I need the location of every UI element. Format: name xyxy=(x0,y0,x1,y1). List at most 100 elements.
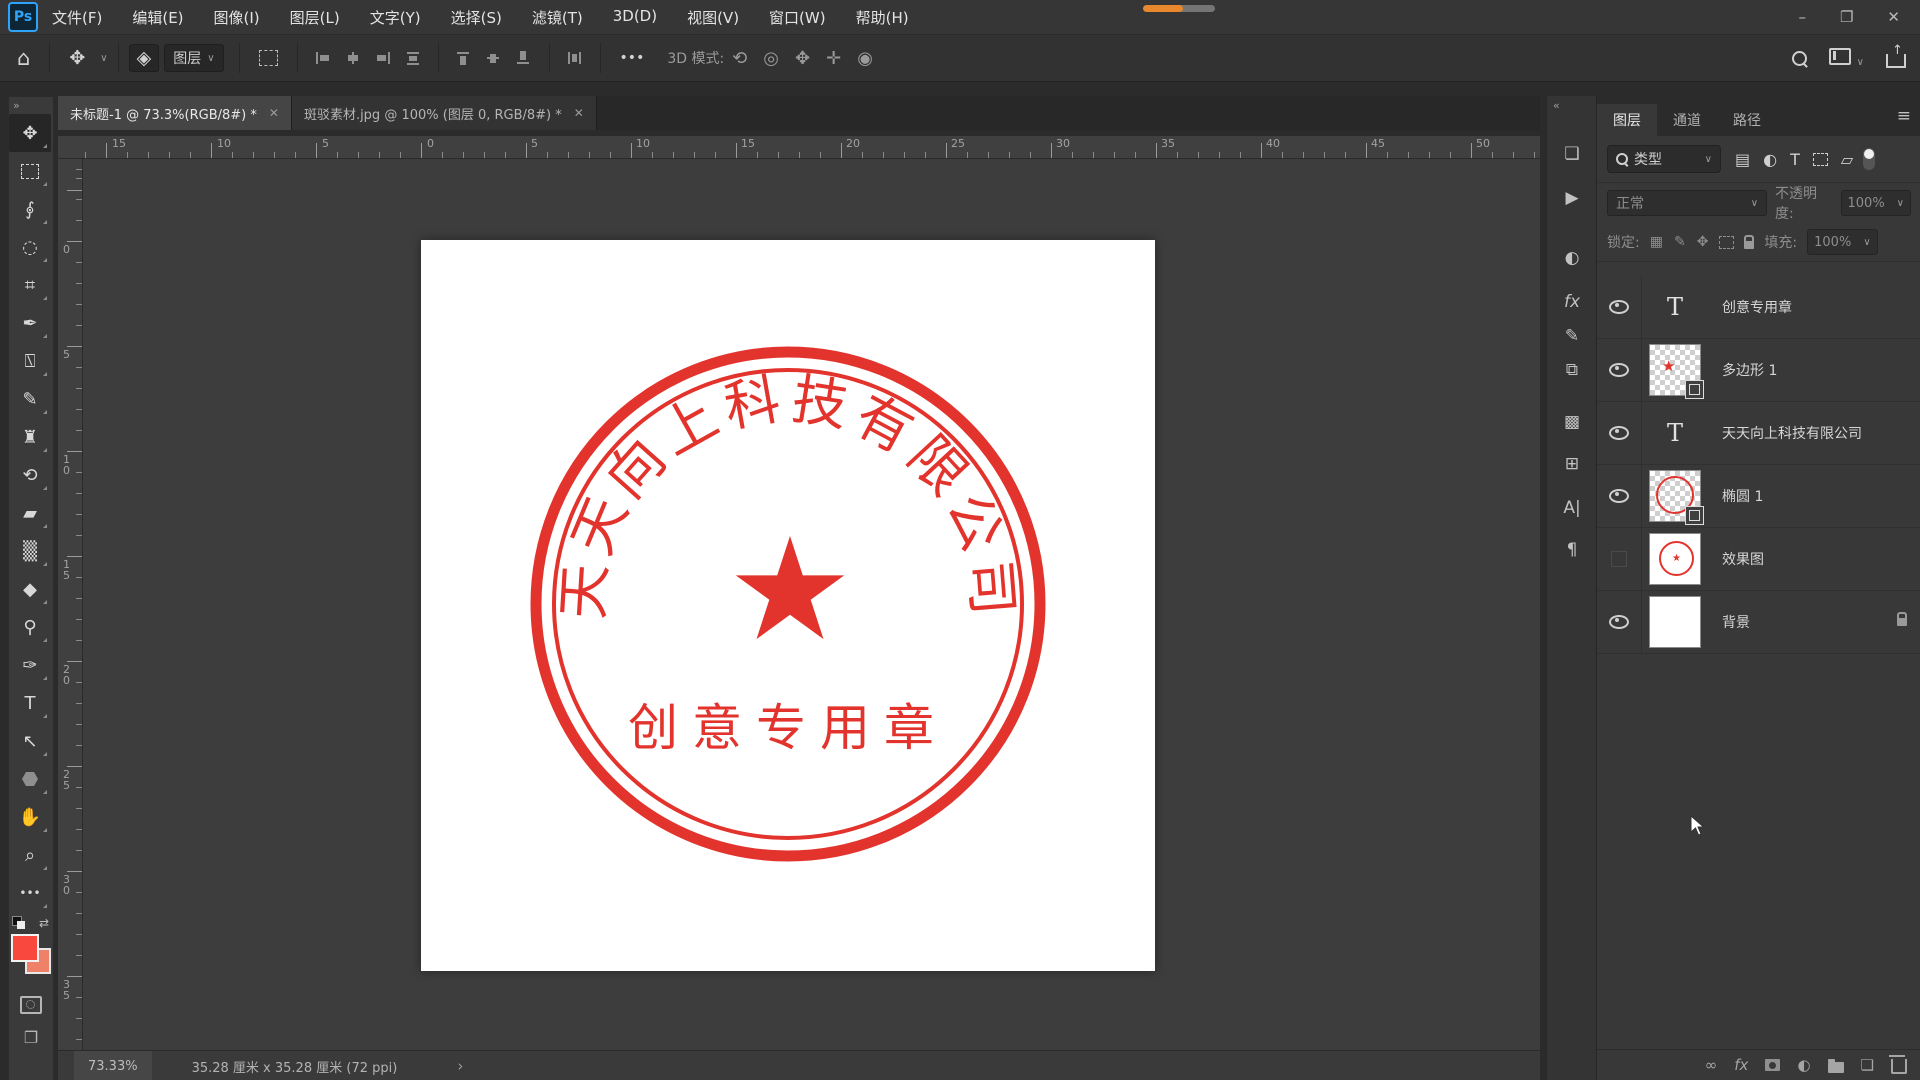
brush-tool[interactable]: ✎ xyxy=(9,380,51,418)
filter-pixel-layers-icon[interactable]: ▤ xyxy=(1735,150,1750,169)
distribute-vertical-icon[interactable] xyxy=(567,51,583,65)
layer-style-icon[interactable]: fx xyxy=(1734,1056,1748,1074)
lock-icon-1[interactable]: ✎ xyxy=(1674,234,1686,250)
tab-close-icon[interactable]: ✕ xyxy=(574,106,584,120)
auto-select-dropdown[interactable]: 图层∨ xyxy=(164,44,223,72)
filter-type-layers-icon[interactable]: T xyxy=(1790,150,1800,169)
menu-item[interactable]: 选择(S) xyxy=(451,7,502,28)
3d-mode-icon-3[interactable]: ✛ xyxy=(826,48,841,69)
layer-row[interactable]: ★效果图 xyxy=(1597,528,1920,591)
visibility-cell[interactable] xyxy=(1597,339,1642,401)
toolbar-collapse-icon[interactable]: » xyxy=(9,97,53,114)
patterns-panel-icon[interactable]: ▩ xyxy=(1547,412,1597,432)
hand-tool[interactable]: ✋ xyxy=(9,798,51,836)
styles-fx-panel-icon[interactable]: fx xyxy=(1547,292,1597,312)
clone-source-panel-icon[interactable]: ⧉ xyxy=(1547,360,1597,380)
menu-item[interactable]: 图像(I) xyxy=(214,7,260,28)
horizontal-ruler[interactable]: 1510505101520253035404550 xyxy=(82,136,1540,159)
menu-item[interactable]: 窗口(W) xyxy=(769,7,826,28)
panel-collapse-icon[interactable]: « xyxy=(1547,96,1597,115)
filter-shape-layers-icon[interactable] xyxy=(1813,153,1828,166)
3d-mode-icon-1[interactable]: ◎ xyxy=(763,48,779,69)
layer-row[interactable]: ★多边形 1 xyxy=(1597,339,1920,402)
layer-row[interactable]: T天天向上科技有限公司 xyxy=(1597,402,1920,465)
libraries-panel-icon[interactable]: ❏ xyxy=(1547,144,1597,164)
panel-tab-图层[interactable]: 图层 xyxy=(1597,104,1657,136)
layer-row[interactable]: T创意专用章 xyxy=(1597,276,1920,339)
gradient-tool[interactable]: ▒ xyxy=(9,532,51,570)
panel-tab-通道[interactable]: 通道 xyxy=(1657,104,1717,136)
menu-item[interactable]: 视图(V) xyxy=(687,7,739,28)
zoom-tool[interactable]: ⌕ xyxy=(9,836,51,874)
align-top-icon[interactable] xyxy=(456,51,472,65)
clone-stamp-tool[interactable]: ♜ xyxy=(9,418,51,456)
zoom-level-field[interactable]: 73.33% xyxy=(74,1051,152,1080)
more-options-icon[interactable]: ••• xyxy=(611,50,654,66)
rect-marquee-tool[interactable] xyxy=(9,152,51,190)
eye-icon[interactable] xyxy=(1609,615,1629,629)
opacity-field[interactable]: 100%∨ xyxy=(1841,190,1912,216)
actions-panel-icon[interactable]: ▶ xyxy=(1547,188,1597,208)
eye-icon[interactable] xyxy=(1609,300,1629,314)
blend-mode-dropdown[interactable]: 正常∨ xyxy=(1607,190,1767,216)
edit-toolbar-button[interactable]: ••• xyxy=(9,874,51,912)
blur-tool[interactable]: ◆ xyxy=(9,570,51,608)
paragraph-panel-icon[interactable]: ¶ xyxy=(1547,540,1597,560)
filter-toggle[interactable] xyxy=(1863,148,1875,170)
panel-tab-路径[interactable]: 路径 xyxy=(1717,104,1777,136)
3d-mode-icon-2[interactable]: ✥ xyxy=(795,48,810,69)
crop-tool[interactable]: ⌗ xyxy=(9,266,51,304)
menu-item[interactable]: 文字(Y) xyxy=(370,7,421,28)
adjustment-layer-icon[interactable]: ◐ xyxy=(1797,1056,1810,1074)
lock-icon-2[interactable]: ✥ xyxy=(1697,234,1709,250)
lasso-tool[interactable]: ⨕ xyxy=(9,190,51,228)
align-center-vertical-icon[interactable] xyxy=(486,51,502,65)
distribute-horizontal-icon[interactable] xyxy=(405,51,421,65)
history-brush-tool[interactable]: ⟲ xyxy=(9,456,51,494)
menu-item[interactable]: 文件(F) xyxy=(52,7,102,28)
document-tab[interactable]: 斑驳素材.jpg @ 100% (图层 0, RGB/8#) *✕ xyxy=(292,96,597,130)
eyedropper-tool[interactable]: ✒ xyxy=(9,304,51,342)
status-chevron-icon[interactable]: › xyxy=(457,1057,463,1075)
align-center-horizontal-icon[interactable] xyxy=(345,51,361,65)
shape-tool[interactable] xyxy=(9,760,51,798)
restore-button[interactable]: ❐ xyxy=(1840,8,1853,26)
menu-item[interactable]: 滤镜(T) xyxy=(532,7,583,28)
brush-settings-panel-icon[interactable]: ✎ xyxy=(1547,326,1597,346)
hidden-eye-box[interactable] xyxy=(1611,551,1627,567)
move-tool-icon[interactable]: ✥ xyxy=(60,47,94,69)
delete-layer-icon[interactable] xyxy=(1891,1059,1907,1074)
tab-close-icon[interactable]: ✕ xyxy=(269,106,279,120)
document-tab[interactable]: 未标题-1 @ 73.3%(RGB/8#) *✕ xyxy=(58,96,292,130)
filter-adjustment-layers-icon[interactable]: ◐ xyxy=(1763,150,1777,169)
search-icon[interactable] xyxy=(1792,51,1807,66)
eye-icon[interactable] xyxy=(1609,489,1629,503)
add-mask-icon[interactable] xyxy=(1765,1059,1780,1071)
align-bottom-icon[interactable] xyxy=(516,51,532,65)
visibility-cell[interactable] xyxy=(1597,528,1642,590)
gradients-panel-icon[interactable]: ⊞ xyxy=(1547,454,1597,474)
lock-artboard-icon[interactable] xyxy=(1719,236,1734,249)
quick-mask-button[interactable] xyxy=(20,996,42,1014)
panel-menu-icon[interactable]: ≡ xyxy=(1897,106,1911,126)
type-tool[interactable]: T xyxy=(9,684,51,722)
layer-row[interactable]: 椭圆 1 xyxy=(1597,465,1920,528)
workspace-switcher[interactable]: ∨ xyxy=(1829,48,1864,69)
auto-select-icon[interactable]: ◈ xyxy=(129,44,160,72)
spot-healing-tool[interactable]: ⍂ xyxy=(9,342,51,380)
filter-type-dropdown[interactable]: 类型 ∨ xyxy=(1607,145,1721,173)
vertical-ruler[interactable]: 05101520253035 xyxy=(58,159,83,1050)
path-selection-tool[interactable]: ↖ xyxy=(9,722,51,760)
pen-tool[interactable]: ✑ xyxy=(9,646,51,684)
layer-row[interactable]: 背景 xyxy=(1597,591,1920,654)
align-left-icon[interactable] xyxy=(315,51,331,65)
eraser-tool[interactable]: ▰ xyxy=(9,494,51,532)
menu-item[interactable]: 图层(L) xyxy=(290,7,340,28)
new-group-icon[interactable] xyxy=(1828,1062,1844,1073)
visibility-cell[interactable] xyxy=(1597,465,1642,527)
ruler-corner[interactable] xyxy=(58,136,83,159)
fill-field[interactable]: 100%∨ xyxy=(1807,229,1878,255)
menu-item[interactable]: 帮助(H) xyxy=(856,7,909,28)
share-icon[interactable] xyxy=(1886,54,1906,68)
3d-mode-icon-0[interactable]: ⟲ xyxy=(732,48,747,69)
